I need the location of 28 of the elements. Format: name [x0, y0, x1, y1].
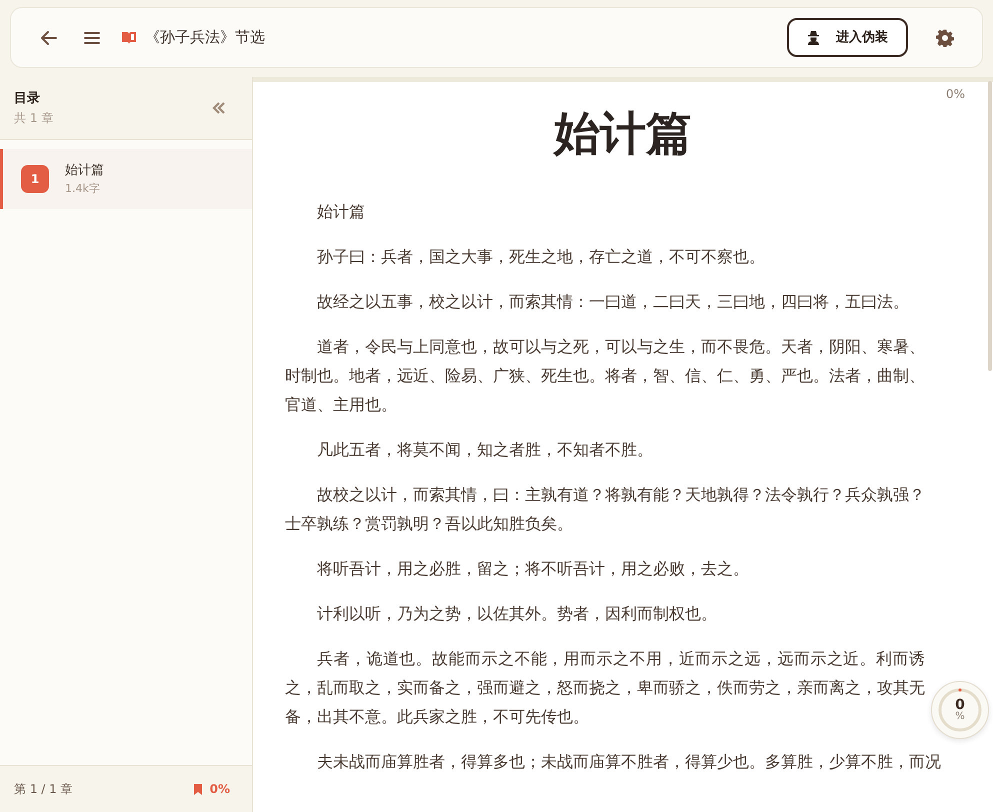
paragraph: 孙子曰：兵者，国之大事，死生之地，存亡之道，不可不察也。: [316, 246, 766, 268]
paragraph: 夫未战而庙算胜者，得算多也；未战而庙算不胜者，得算少也。多算胜，少算不胜，而况: [316, 751, 942, 774]
paragraph: 兵者，诡道也。故能而示之不能，用而示之不用，近而示之远，远而示之近。利而诱之，乱而取之，实而备之，强而避之，怒而挠之，卑而骄之，佚而劳之，亲而离之，攻其无备，出其不意。此兵家之胜，不可先传也。: [285, 648, 925, 728]
book-title: 《孙子兵法》节选: [145, 27, 265, 48]
disguise-button[interactable]: 进入伪装: [787, 18, 908, 58]
paragraph: 凡此五者，将莫不闻，知之者胜，不知者不胜。: [316, 439, 654, 462]
ring-unit: %: [955, 712, 965, 722]
paragraph: 计利以听，乃为之势，以佐其外。势者，因利而制权也。: [316, 603, 718, 626]
book-icon: [121, 30, 137, 44]
chapter-position: 第 1 / 1 章: [14, 781, 74, 798]
paragraph: 将听吾计，用之必胜，留之；将不听吾计，用之必败，去之。: [316, 558, 750, 580]
paragraph: 故经之以五事，校之以计，而索其情：一曰道，二曰天，三曰地，四曰将，五曰法。: [316, 291, 910, 314]
chapter-heading: 始计篇: [552, 106, 693, 162]
chapter-title: 始计篇: [65, 162, 104, 180]
chapter-count: 共 1 章: [14, 110, 54, 127]
sidebar-title: 目录: [14, 90, 41, 108]
progress-percent: 0%: [946, 86, 965, 103]
ring-value: 0: [955, 698, 965, 712]
chapter-item[interactable]: 1 始计篇 1.4k字: [0, 149, 252, 209]
spy-icon: [807, 30, 820, 45]
progress-ring[interactable]: 0 %: [931, 681, 989, 739]
chapter-number: 1: [21, 165, 49, 193]
bookmark-icon: [194, 784, 202, 794]
bookmark-percent: 0%: [210, 781, 230, 798]
paragraph: 道者，令民与上同意也，故可以与之死，可以与之生，而不畏危。天者，阴阳、寒暑、时制也。地者，远近、险易、广狭、死生也。将者，智、信、仁、勇、严也。法者，曲制、官道、主用也。: [285, 336, 925, 416]
paragraph: 故校之以计，而索其情，曰：主孰有道？将孰有能？天地孰得？法令孰行？兵众孰强？士卒孰练？赏罚孰明？吾以此知胜负矣。: [285, 484, 925, 536]
word-count: 1.4k字: [65, 180, 101, 196]
paragraph: 始计篇: [316, 201, 366, 224]
